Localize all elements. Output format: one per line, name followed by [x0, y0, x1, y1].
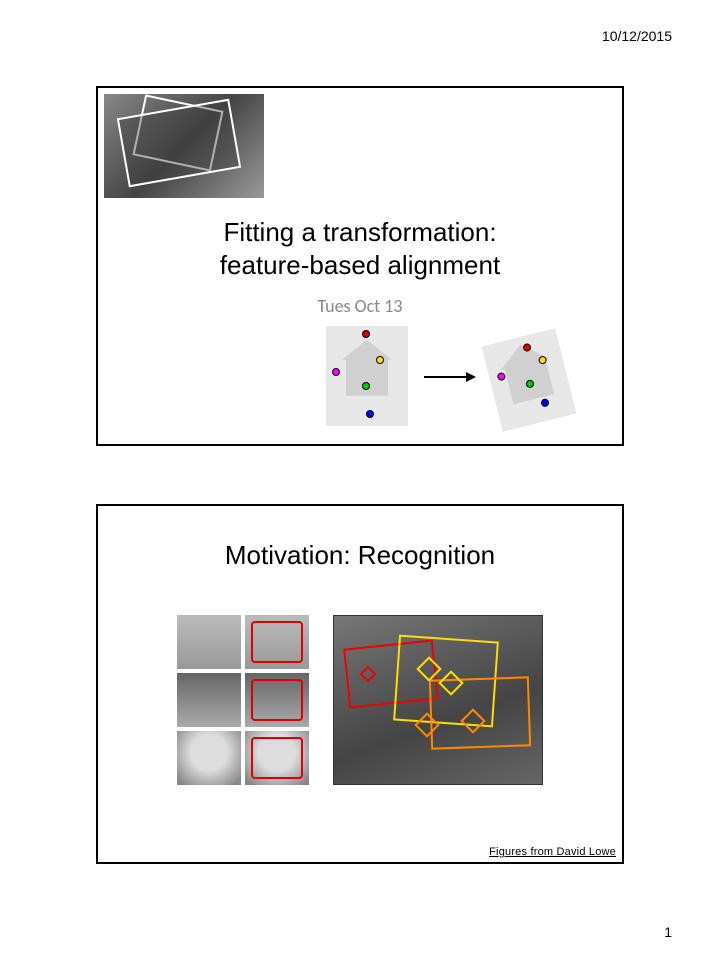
slide-2: Motivation: Recognition Figures from Dav…: [96, 504, 624, 864]
slide2-credit: Figures from David Lowe: [489, 846, 616, 858]
grid-image-telephone: [177, 615, 241, 669]
slide1-subtitle: Tues Oct 13: [98, 295, 622, 317]
recognition-result-image: [333, 615, 543, 785]
feature-source-panel: [326, 326, 408, 426]
feature-point-blue: [366, 410, 374, 418]
slide1-thumbnail: [104, 94, 264, 198]
grid-image-bear-outline: [245, 731, 309, 785]
feature-point-red: [362, 330, 370, 338]
slide1-title-line1: Fitting a transformation:: [98, 216, 622, 249]
grid-image-bear: [177, 731, 241, 785]
slide2-title: Motivation: Recognition: [98, 506, 622, 571]
grid-image-shoe-outline: [245, 673, 309, 727]
page-number: 1: [664, 924, 672, 940]
grid-image-telephone-outline: [245, 615, 309, 669]
feature-diagram: [326, 326, 616, 426]
feature-point-blue: [540, 398, 550, 408]
slide1-title-line2: feature-based alignment: [98, 249, 622, 282]
feature-target-panel: [481, 328, 576, 432]
grid-image-shoe: [177, 673, 241, 727]
slide-1: Fitting a transformation: feature-based …: [96, 86, 624, 446]
feature-point-magenta: [332, 368, 340, 376]
feature-point-yellow: [376, 356, 384, 364]
feature-point-green: [362, 382, 370, 390]
arrow-icon: [424, 376, 474, 378]
training-images-grid: [177, 615, 309, 785]
slide2-content: [98, 615, 622, 785]
header-date: 10/12/2015: [602, 28, 672, 44]
